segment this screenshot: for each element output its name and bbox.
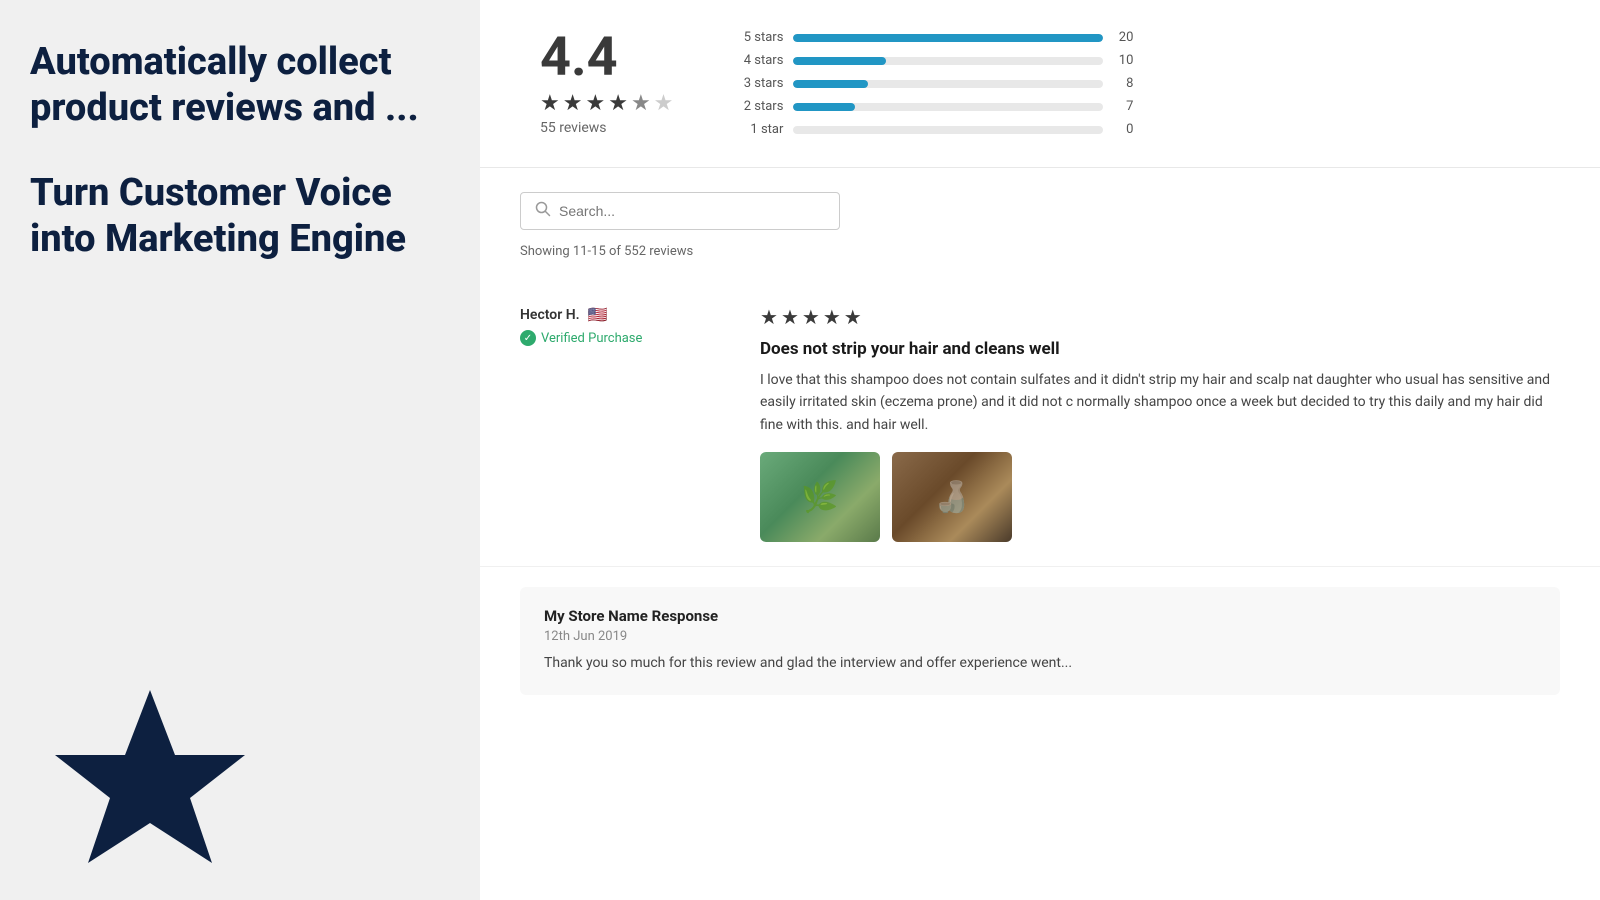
review-image-2: 🍶 [892, 452, 1012, 542]
review-star-3: ★ [802, 305, 820, 329]
review-content: ★ ★ ★ ★ ★ Does not strip your hair and c… [760, 305, 1560, 542]
bar-row-3: 3 stars 8 [733, 76, 1133, 91]
bar-track-1 [793, 126, 1103, 134]
bar-count-5: 20 [1113, 30, 1133, 45]
bar-row-4: 4 stars 10 [733, 53, 1133, 68]
review-images: 🌿 🍶 [760, 452, 1560, 542]
left-panel: Automatically collect product reviews an… [0, 0, 480, 900]
bar-track-4 [793, 57, 1103, 65]
rating-big: 4.4 ★ ★ ★ ★ ★ ★ 55 reviews [540, 31, 673, 136]
right-panel: 4.4 ★ ★ ★ ★ ★ ★ 55 reviews 5 stars 20 [480, 0, 1600, 900]
bar-track-5 [793, 34, 1103, 42]
bar-label-2: 2 stars [733, 99, 783, 114]
review-title: Does not strip your hair and cleans well [760, 339, 1560, 359]
heading-voice: Turn Customer Voice into Marketing Engin… [30, 171, 450, 262]
review-count: 55 reviews [540, 120, 607, 136]
reviewer-flag: 🇺🇸 [588, 305, 608, 324]
star-decoration [50, 680, 250, 900]
response-title: My Store Name Response [544, 607, 1536, 625]
response-date: 12th Jun 2019 [544, 629, 1536, 644]
heading-collect: Automatically collect product reviews an… [30, 40, 450, 131]
product-image-brown: 🍶 [892, 452, 1012, 542]
bar-row-1: 1 star 0 [733, 122, 1133, 137]
star-6-empty: ★ [654, 91, 674, 116]
search-input[interactable] [559, 203, 825, 219]
store-response: My Store Name Response 12th Jun 2019 Tha… [520, 587, 1560, 694]
bar-label-1: 1 star [733, 122, 783, 137]
review-body: I love that this shampoo does not contai… [760, 369, 1560, 436]
search-box[interactable] [520, 192, 840, 230]
review-star-5: ★ [844, 305, 862, 329]
star-3: ★ [585, 91, 605, 116]
star-4: ★ [608, 91, 628, 116]
review-star-1: ★ [760, 305, 778, 329]
bar-label-5: 5 stars [733, 30, 783, 45]
verified-checkmark-icon: ✓ [520, 330, 536, 346]
reviewer-name-row: Hector H. 🇺🇸 [520, 305, 740, 324]
bar-count-2: 7 [1113, 99, 1133, 114]
bar-track-2 [793, 103, 1103, 111]
rating-summary: 4.4 ★ ★ ★ ★ ★ ★ 55 reviews 5 stars 20 [480, 0, 1600, 168]
verified-badge: ✓ Verified Purchase [520, 330, 740, 346]
search-section: Showing 11-15 of 552 reviews [480, 168, 1600, 271]
rating-score: 4.4 [540, 31, 618, 85]
response-body: Thank you so much for this review and gl… [544, 652, 1536, 674]
review-image-1: 🌿 [760, 452, 880, 542]
showing-text: Showing 11-15 of 552 reviews [520, 244, 1560, 259]
bar-label-4: 4 stars [733, 53, 783, 68]
search-icon [535, 201, 551, 221]
star-2: ★ [563, 91, 583, 116]
review-stars: ★ ★ ★ ★ ★ [760, 305, 1560, 329]
bar-fill-2 [793, 103, 855, 111]
review-grid: Hector H. 🇺🇸 ✓ Verified Purchase ★ ★ ★ ★ [520, 305, 1560, 542]
bar-label-3: 3 stars [733, 76, 783, 91]
review-star-2: ★ [781, 305, 799, 329]
rating-bars: 5 stars 20 4 stars 10 3 stars 8 [733, 30, 1133, 137]
bar-count-1: 0 [1113, 122, 1133, 137]
verified-label: Verified Purchase [541, 331, 642, 346]
star-5-half: ★ [631, 91, 651, 116]
bar-row-5: 5 stars 20 [733, 30, 1133, 45]
reviewer-info: Hector H. 🇺🇸 ✓ Verified Purchase [520, 305, 740, 542]
stars-display: ★ ★ ★ ★ ★ ★ [540, 91, 673, 116]
reviews-list: Hector H. 🇺🇸 ✓ Verified Purchase ★ ★ ★ ★ [480, 271, 1600, 577]
bar-row-2: 2 stars 7 [733, 99, 1133, 114]
product-image-green: 🌿 [760, 452, 880, 542]
review-item: Hector H. 🇺🇸 ✓ Verified Purchase ★ ★ ★ ★ [480, 281, 1600, 567]
bar-fill-4 [793, 57, 886, 65]
bar-count-3: 8 [1113, 76, 1133, 91]
bar-fill-3 [793, 80, 867, 88]
review-star-4: ★ [823, 305, 841, 329]
bar-count-4: 10 [1113, 53, 1133, 68]
reviewer-name: Hector H. [520, 307, 580, 323]
bar-fill-5 [793, 34, 1103, 42]
star-1: ★ [540, 91, 560, 116]
bar-track-3 [793, 80, 1103, 88]
